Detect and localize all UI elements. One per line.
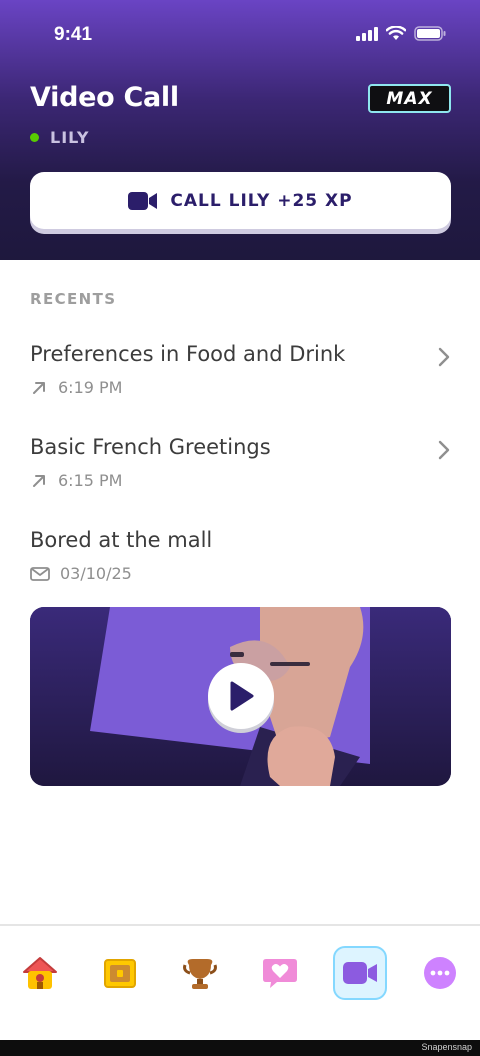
play-icon xyxy=(230,681,254,711)
page-title: Video Call xyxy=(30,82,179,113)
recent-item[interactable]: Preferences in Food and Drink 6:19 PM xyxy=(30,342,451,412)
recent-item-title: Preferences in Food and Drink xyxy=(30,342,346,366)
recent-item-title: Basic French Greetings xyxy=(30,435,271,459)
treasure-chest-icon xyxy=(104,959,136,988)
status-time: 9:41 xyxy=(54,24,93,45)
tab-leaderboard[interactable] xyxy=(173,946,227,1000)
play-button[interactable] xyxy=(208,663,274,729)
tab-video-call[interactable] xyxy=(333,946,387,1000)
contact-status: LILY xyxy=(30,128,89,147)
recent-item-time: 6:19 PM xyxy=(58,378,123,397)
call-button[interactable]: CALL LILY +25 XP xyxy=(30,172,451,229)
trophy-icon xyxy=(183,959,217,989)
chevron-right-icon xyxy=(438,440,450,460)
heart-chat-icon xyxy=(263,959,297,988)
video-camera-icon xyxy=(343,962,377,984)
recents-heading: RECENTS xyxy=(30,290,117,308)
signal-icon xyxy=(356,26,378,41)
recent-item-title: Bored at the mall xyxy=(30,528,213,552)
recent-item-meta: 6:15 PM xyxy=(30,471,122,490)
bottom-tab-bar xyxy=(0,924,480,1040)
recent-item-meta: 6:19 PM xyxy=(30,378,122,397)
header: 9:41 Video Call MAX LILY CALL LILY +25 X… xyxy=(0,0,480,260)
status-icons xyxy=(356,26,446,41)
recent-item-time: 6:15 PM xyxy=(58,471,123,490)
battery-icon xyxy=(414,26,446,41)
tab-home[interactable] xyxy=(13,946,67,1000)
wifi-icon xyxy=(386,26,406,40)
recent-item-date: 03/10/25 xyxy=(60,564,132,583)
tab-friends[interactable] xyxy=(253,946,307,1000)
recent-item[interactable]: Basic French Greetings 6:15 PM xyxy=(30,435,451,505)
contact-name: LILY xyxy=(50,128,90,147)
status-bar: 9:41 xyxy=(0,0,480,70)
bottom-strip: Snapensnap xyxy=(0,1040,480,1056)
video-thumbnail[interactable] xyxy=(30,607,451,786)
recent-item-meta: 03/10/25 xyxy=(30,564,132,583)
recent-item[interactable]: Bored at the mall 03/10/25 xyxy=(30,528,451,598)
outgoing-arrow-icon xyxy=(33,381,45,394)
max-badge-label: MAX xyxy=(386,88,433,109)
home-icon xyxy=(23,957,57,989)
tab-more[interactable] xyxy=(413,946,467,1000)
call-button-label: CALL LILY +25 XP xyxy=(170,190,353,211)
video-camera-icon xyxy=(128,191,158,210)
online-status-icon xyxy=(30,133,39,142)
tab-chest[interactable] xyxy=(93,946,147,1000)
outgoing-arrow-icon xyxy=(33,474,45,487)
watermark-text: Snapensnap xyxy=(421,1042,472,1052)
envelope-icon xyxy=(30,566,50,581)
max-badge: MAX xyxy=(368,84,451,113)
more-icon xyxy=(424,957,456,989)
chevron-right-icon xyxy=(438,347,450,367)
